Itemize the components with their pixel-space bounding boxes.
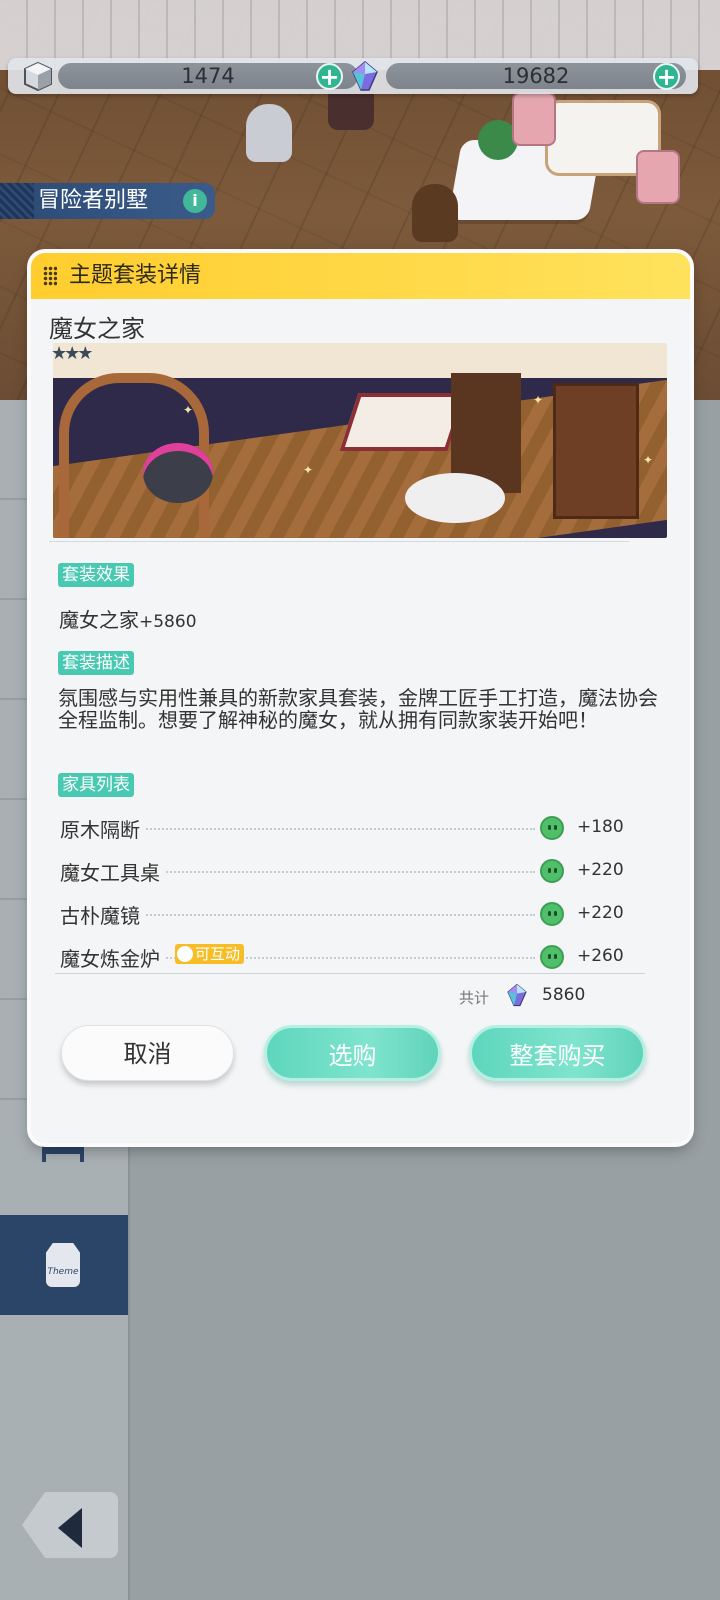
total-label: 共计 <box>459 989 490 1007</box>
divider <box>49 541 629 542</box>
dialog-header: 主题套装详情 <box>31 253 690 299</box>
cancel-button[interactable]: 取消 <box>61 1025 234 1081</box>
effect-value: +5860 <box>139 612 197 632</box>
add-resource-2-button[interactable]: + <box>653 63 680 90</box>
total-value: 5860 <box>542 985 586 1005</box>
sparkle-icon: ✦ <box>183 403 194 417</box>
room-chair <box>636 150 680 204</box>
dialog-title: 主题套装详情 <box>69 263 202 288</box>
stone-cube-icon <box>24 61 52 92</box>
furniture-value: +180 <box>577 817 624 837</box>
add-resource-1-button[interactable]: + <box>316 63 343 90</box>
banner-bed <box>339 393 467 451</box>
furniture-name: 原木隔断 <box>60 814 144 843</box>
furniture-list-section-tag: 家具列表 <box>58 773 134 797</box>
info-icon[interactable]: i <box>183 189 207 213</box>
list-item[interactable]: 魔女炼金炉 可互动 +260 <box>55 937 645 980</box>
furniture-value: +260 <box>577 946 624 966</box>
furniture-value: +220 <box>577 860 624 880</box>
banner-cauldron <box>143 443 213 503</box>
sparkle-icon: ✦ <box>303 463 314 477</box>
comfort-smile-icon <box>540 945 564 969</box>
comfort-smile-icon <box>540 859 564 883</box>
back-arrow-icon <box>58 1508 82 1548</box>
character-sprite[interactable] <box>246 104 292 162</box>
description-section-tag: 套装描述 <box>58 651 134 675</box>
set-preview-image: ✦ ✦ ✦ ✦ <box>53 343 667 538</box>
crystal-icon <box>507 983 527 1007</box>
list-item[interactable]: 魔女工具桌 +220 <box>55 851 645 894</box>
set-effect: 魔女之家+5860 <box>59 604 197 633</box>
select-buy-button[interactable]: 选购 <box>264 1025 441 1081</box>
location-name: 冒险者别墅 <box>38 188 149 213</box>
theme-tag-label: Theme <box>47 1267 79 1277</box>
list-item[interactable]: 原木隔断 +180 <box>55 808 645 851</box>
list-item[interactable]: 古朴魔镜 +220 <box>55 894 645 937</box>
furniture-name: 魔女炼金炉 <box>60 943 164 972</box>
sparkle-icon: ✦ <box>643 453 654 467</box>
resource-1-amount: 1474 <box>58 63 358 89</box>
theme-tag-icon: Theme <box>46 1243 80 1287</box>
theme-set-detail-dialog: 主题套装详情 魔女之家 ✦ ✦ ✦ ✦ ★★★ 套装效果 魔女之家+5860 套… <box>31 253 690 1143</box>
room-chair <box>512 92 556 146</box>
furniture-name: 古朴魔镜 <box>60 900 144 929</box>
interactive-badge: 可互动 <box>175 944 245 964</box>
furniture-list: 原木隔断 +180 魔女工具桌 +220 古朴魔镜 +220 魔女炼金炉 可互动… <box>55 808 645 974</box>
comfort-smile-icon <box>540 816 564 840</box>
sidebar-tab-theme[interactable]: Theme <box>0 1215 128 1315</box>
banner-table <box>405 473 505 523</box>
currency-bar: 1474 + 19682 + <box>8 58 698 94</box>
set-name: 魔女之家 <box>49 315 145 343</box>
interactive-badge-label: 可互动 <box>195 945 241 963</box>
interact-face-icon <box>177 946 193 962</box>
comfort-smile-icon <box>540 902 564 926</box>
banner-bookshelf <box>553 383 639 519</box>
set-description: 氛围感与实用性兼具的新款家具套装，金牌工匠手工打造，魔法协会全程监制。想要了解神… <box>58 686 658 732</box>
resource-2-amount: 19682 <box>386 63 686 89</box>
sparkle-icon: ✦ <box>533 393 544 407</box>
furniture-value: +220 <box>577 903 624 923</box>
effect-name: 魔女之家 <box>59 608 139 632</box>
character-sprite[interactable] <box>412 184 458 242</box>
crystal-icon <box>352 61 378 91</box>
rarity-stars: ★★★ <box>51 343 93 364</box>
location-label: 冒险者别墅 i <box>0 183 215 219</box>
effect-section-tag: 套装效果 <box>58 563 134 587</box>
furniture-name: 魔女工具桌 <box>60 857 164 886</box>
buy-all-button[interactable]: 整套购买 <box>469 1025 646 1081</box>
grip-icon <box>43 266 57 286</box>
